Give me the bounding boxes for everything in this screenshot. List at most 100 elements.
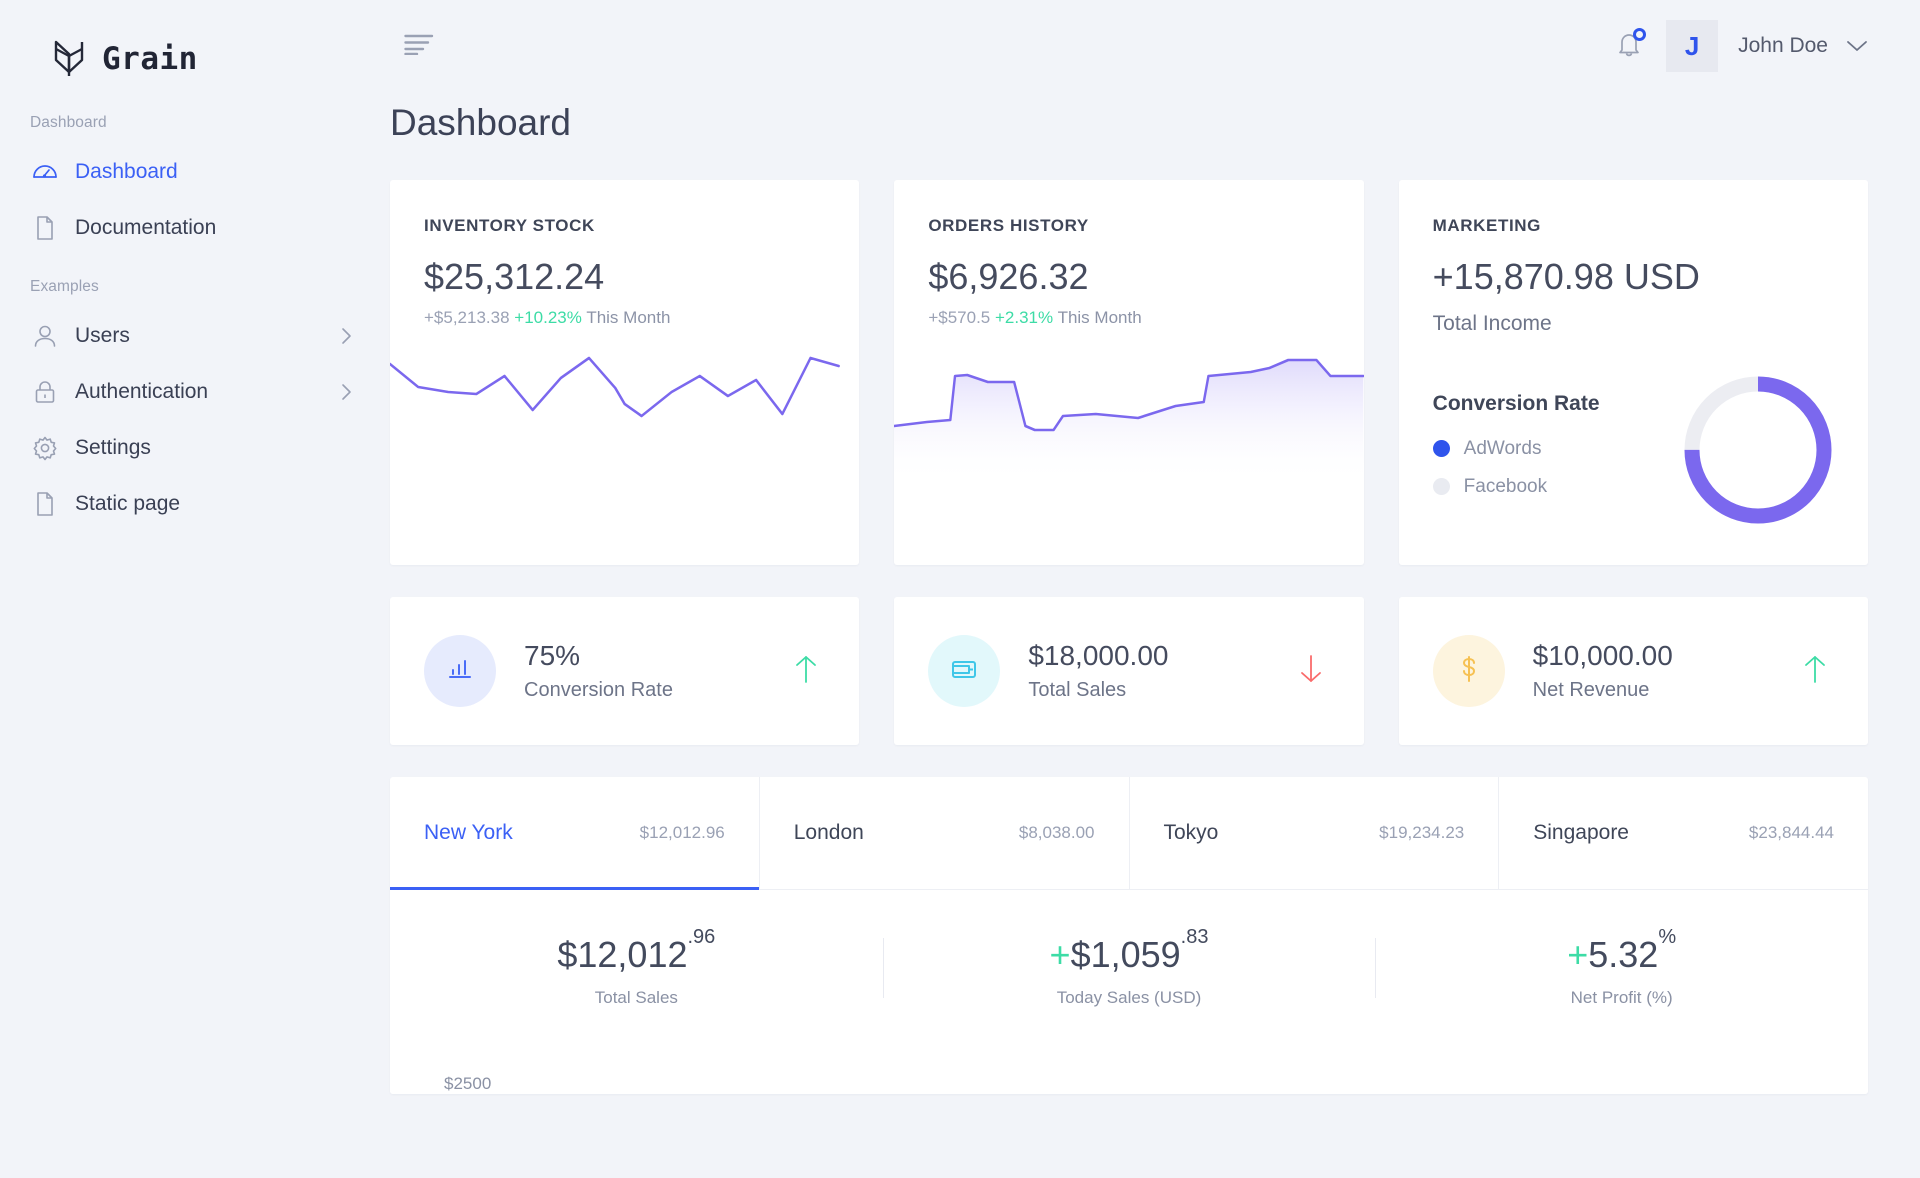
- main-content: J John Doe Dashboard INVENTORY STOCK $25…: [388, 0, 1920, 1178]
- sidebar-item-label: Static page: [75, 492, 181, 515]
- topbar: J John Doe: [390, 0, 1920, 92]
- tab-amount: $23,844.44: [1748, 823, 1834, 842]
- notifications-button[interactable]: [1606, 24, 1652, 69]
- dollar-icon: [1457, 654, 1481, 689]
- stats-row: 75% Conversion Rate $18,000.00 Total Sal…: [390, 597, 1868, 745]
- kpi-prefix: +: [1049, 934, 1071, 975]
- avatar[interactable]: J: [1666, 20, 1719, 72]
- hamburger-menu-icon[interactable]: [390, 23, 448, 70]
- legend-item-adwords[interactable]: AdWords: [1432, 437, 1678, 460]
- arrow-down-icon: [1298, 653, 1324, 690]
- kpi-main: $12,012: [557, 934, 688, 975]
- marketing-total-income-label: Total Income: [1432, 312, 1552, 335]
- kpi-sup: .96: [687, 926, 716, 948]
- grain-logo-icon: [52, 39, 86, 79]
- kpi-label: Total Sales: [594, 988, 678, 1007]
- page-title: Dashboard: [390, 102, 572, 143]
- tab-label: New York: [424, 821, 513, 844]
- card-delta: +$5,213.38: [424, 308, 510, 327]
- sidebar-item-label: Settings: [75, 436, 151, 459]
- arrow-up-icon: [1802, 653, 1828, 690]
- kpi-label: Today Sales (USD): [1056, 988, 1202, 1007]
- stat-label: Total Sales: [1028, 678, 1127, 701]
- kpi-main: $1,059: [1070, 934, 1181, 975]
- conversion-rate-heading: Conversion Rate: [1432, 391, 1600, 415]
- stat-card-total-sales: $18,000.00 Total Sales: [894, 597, 1364, 745]
- tab-london[interactable]: London $8,038.00: [759, 777, 1130, 890]
- brand-name: Grain: [102, 41, 198, 77]
- stat-text: $10,000.00 Net Revenue: [1533, 640, 1673, 701]
- chevron-down-icon[interactable]: [1846, 39, 1868, 53]
- wallet-icon: [949, 655, 979, 688]
- kpi-value: +5.32%: [1375, 926, 1868, 976]
- notification-badge: [1633, 27, 1647, 41]
- conversion-legend-block: Conversion Rate AdWords Facebook: [1432, 391, 1678, 514]
- card-period: This Month: [1057, 308, 1142, 327]
- card-percent: +2.31%: [995, 308, 1054, 327]
- conversion-donut-chart: [1678, 370, 1838, 535]
- card-period: This Month: [586, 308, 671, 327]
- card-value: $25,312.24: [424, 256, 605, 297]
- tab-label: Singapore: [1533, 821, 1629, 844]
- file-icon: [30, 491, 60, 517]
- card-delta: +$570.5: [928, 308, 991, 327]
- kpi-net-profit: +5.32% Net Profit (%): [1375, 926, 1868, 1008]
- legend-label: AdWords: [1463, 437, 1542, 459]
- sales-chart-region: $2500: [390, 1038, 1868, 1094]
- brand[interactable]: Grain: [0, 0, 390, 92]
- file-icon: [30, 215, 60, 241]
- kpi-value: $12,012.96: [390, 926, 883, 976]
- card-title: INVENTORY STOCK: [424, 216, 595, 235]
- speedometer-icon: [30, 159, 60, 185]
- chevron-right-icon: [336, 382, 356, 402]
- stat-icon-circle: [424, 635, 496, 707]
- kpi-value: +$1,059.83: [883, 926, 1376, 976]
- marketing-total-income-value: +15,870.98 USD: [1432, 256, 1700, 297]
- tab-tokyo[interactable]: Tokyo $19,234.23: [1129, 777, 1500, 890]
- topbar-right: J John Doe: [1606, 20, 1868, 72]
- legend-dot-adwords: [1432, 440, 1450, 457]
- sidebar-section-label-examples: Examples: [30, 278, 99, 295]
- card-title: MARKETING: [1432, 216, 1541, 235]
- legend-item-facebook[interactable]: Facebook: [1432, 475, 1678, 498]
- tab-singapore[interactable]: Singapore $23,844.44: [1499, 777, 1868, 890]
- lock-icon: [30, 379, 60, 405]
- legend-label: Facebook: [1463, 475, 1548, 497]
- tab-amount: $19,234.23: [1379, 823, 1465, 842]
- sidebar-item-dashboard[interactable]: Dashboard: [0, 144, 390, 200]
- tab-label: London: [793, 821, 864, 844]
- sidebar-item-documentation[interactable]: Documentation: [0, 200, 390, 256]
- stat-value: 75%: [524, 640, 581, 672]
- sidebar-item-authentication[interactable]: Authentication: [0, 364, 390, 420]
- arrow-up-icon: [793, 653, 819, 690]
- user-name: John Doe: [1738, 34, 1828, 57]
- gear-icon: [30, 435, 60, 461]
- card-subtext: +$5,213.38 +10.23% This Month: [390, 298, 859, 328]
- stat-value: $18,000.00: [1028, 640, 1169, 672]
- chevron-right-icon: [336, 326, 356, 346]
- sidebar: Grain Dashboard Dashboard Documentation …: [0, 0, 390, 1178]
- stat-text: 75% Conversion Rate: [524, 640, 673, 701]
- sidebar-item-settings[interactable]: Settings: [0, 420, 390, 476]
- kpi-sup: %: [1658, 926, 1677, 948]
- stat-icon-circle: [928, 635, 1001, 707]
- kpi-row: $12,012.96 Total Sales +$1,059.83 Today …: [390, 890, 1868, 1038]
- user-icon: [30, 323, 60, 349]
- tab-amount: $8,038.00: [1018, 823, 1095, 842]
- card-orders-history: ORDERS HISTORY $6,926.32 +$570.5 +2.31% …: [893, 180, 1365, 565]
- inventory-sparkline-chart: [388, 356, 840, 418]
- kpi-label: Net Profit (%): [1570, 988, 1673, 1007]
- kpi-main: 5.32: [1588, 934, 1659, 975]
- stat-card-net-revenue: $10,000.00 Net Revenue: [1398, 597, 1868, 745]
- stat-value: $10,000.00: [1532, 640, 1673, 672]
- tab-new-york[interactable]: New York $12,012.96: [390, 777, 760, 890]
- sidebar-item-label: Authentication: [75, 380, 209, 403]
- marketing-conversion-section: Conversion Rate AdWords Facebook: [1399, 336, 1868, 565]
- sidebar-item-static-page[interactable]: Static page: [0, 476, 390, 532]
- stat-text: $18,000.00 Total Sales: [1028, 640, 1168, 701]
- sidebar-item-label: Users: [75, 324, 130, 347]
- stat-card-conversion-rate: 75% Conversion Rate: [390, 597, 860, 745]
- sidebar-item-users[interactable]: Users: [0, 308, 390, 364]
- card-percent: +10.23%: [514, 308, 582, 327]
- kpi-today-sales: +$1,059.83 Today Sales (USD): [882, 926, 1376, 1008]
